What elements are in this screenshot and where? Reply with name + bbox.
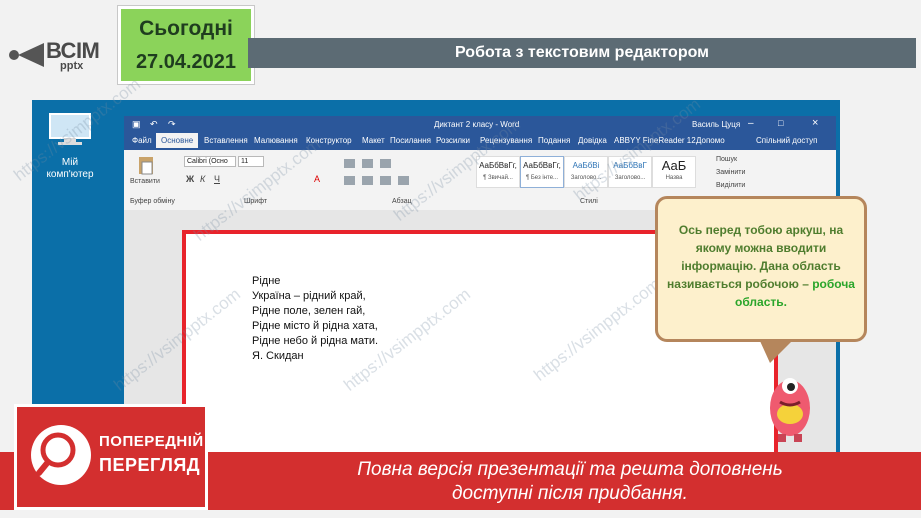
group-clipboard: Буфер обміну bbox=[130, 198, 175, 205]
doc-line: Рідне поле, зелен гай, bbox=[252, 305, 366, 317]
style-name: Заголово... bbox=[614, 175, 646, 181]
numbering-icon[interactable] bbox=[362, 159, 373, 168]
doc-line: Рідне небо й рідна мати. bbox=[252, 335, 379, 347]
date-box: Сьогодні 27.04.2021 bbox=[118, 6, 254, 84]
style-name: Заголово... bbox=[570, 175, 602, 181]
style-heading-2[interactable]: АаБбВвГ Заголово... bbox=[608, 156, 652, 188]
find-button[interactable]: Пошук bbox=[716, 156, 737, 163]
logo-sub: pptx bbox=[60, 60, 84, 72]
save-icon[interactable]: ▣ bbox=[132, 119, 141, 130]
purchase-notice: Повна версія презентації та решта доповн… bbox=[230, 458, 910, 506]
font-color-button[interactable]: A bbox=[314, 174, 320, 184]
slide-title: Робота з текстовим редактором bbox=[455, 44, 709, 61]
tab-file[interactable]: Файл bbox=[132, 136, 152, 145]
font-name-select[interactable]: Calibri (Осно bbox=[184, 156, 236, 167]
style-name: Назва bbox=[665, 175, 683, 181]
style-title[interactable]: АаБ Назва bbox=[652, 156, 696, 188]
bullets-icon[interactable] bbox=[344, 159, 355, 168]
tab-references[interactable]: Посилання bbox=[390, 136, 431, 145]
style-normal[interactable]: АаБбВвГг, ¶ Звичай... bbox=[476, 156, 520, 188]
tab-help[interactable]: Довідка bbox=[578, 136, 607, 145]
paste-icon bbox=[139, 157, 153, 175]
notice-line1: Повна версія презентації та решта доповн… bbox=[357, 459, 783, 480]
multilevel-list-icon[interactable] bbox=[380, 159, 391, 168]
tab-abbyy[interactable]: ABBYY FineReader 12 bbox=[614, 136, 696, 145]
font-size-select[interactable]: 11 bbox=[238, 156, 264, 167]
callout-bubble: Ось перед тобою аркуш, на якому можна вв… bbox=[655, 196, 867, 342]
tab-layout[interactable]: Макет bbox=[362, 136, 385, 145]
justify-icon[interactable] bbox=[398, 176, 409, 185]
doc-line: Україна – рідний край, bbox=[252, 290, 366, 302]
magnifier-icon bbox=[31, 425, 91, 485]
paste-button[interactable]: Вставити bbox=[130, 178, 160, 185]
tab-review[interactable]: Рецензування bbox=[480, 136, 532, 145]
tell-me-label[interactable]: Допомо bbox=[696, 136, 725, 145]
style-preview: АаБбВвГ bbox=[613, 161, 647, 170]
tab-view[interactable]: Подання bbox=[538, 136, 570, 145]
doc-line: Рідне bbox=[252, 275, 281, 287]
align-center-icon[interactable] bbox=[362, 176, 373, 185]
my-computer-label: Мій комп'ютер bbox=[46, 157, 94, 180]
notice-line2: доступні після придбання. bbox=[452, 483, 688, 504]
italic-button[interactable]: К bbox=[200, 174, 205, 184]
tab-design[interactable]: Конструктор bbox=[306, 136, 352, 145]
redo-icon[interactable]: ↷ bbox=[168, 119, 176, 130]
slide-title-bar: Робота з текстовим редактором bbox=[248, 38, 916, 68]
tab-home[interactable]: Основне bbox=[156, 133, 199, 148]
style-no-spacing[interactable]: АаБбВвГг, ¶ Без інте... bbox=[520, 156, 564, 188]
style-preview: АаБбВі bbox=[572, 161, 600, 170]
bold-button[interactable]: Ж bbox=[186, 174, 194, 184]
logo-icon bbox=[9, 43, 44, 67]
group-styles: Стилі bbox=[580, 198, 598, 205]
vsim-logo: ВСІМ pptx bbox=[8, 34, 118, 74]
select-button[interactable]: Виділити bbox=[716, 182, 745, 189]
minimize-icon[interactable]: – bbox=[748, 118, 754, 129]
style-preview: АаБ bbox=[661, 158, 687, 173]
maximize-icon[interactable]: □ bbox=[778, 118, 783, 128]
style-preview: АаБбВвГг, bbox=[479, 161, 517, 170]
today-label: Сьогодні bbox=[139, 17, 233, 40]
my-computer-shortcut[interactable]: Мій комп'ютер bbox=[46, 112, 94, 181]
callout-text: Ось перед тобою аркуш, на якому можна вв… bbox=[666, 221, 856, 311]
doc-line: Я. Скидан bbox=[252, 350, 304, 362]
tab-draw[interactable]: Малювання bbox=[254, 136, 298, 145]
style-heading-1[interactable]: АаБбВі Заголово... bbox=[564, 156, 608, 188]
align-right-icon[interactable] bbox=[380, 176, 391, 185]
style-name: ¶ Звичай... bbox=[483, 175, 513, 181]
tab-insert[interactable]: Вставлення bbox=[204, 136, 248, 145]
group-paragraph: Абзац bbox=[392, 198, 412, 205]
share-button[interactable]: Спільний доступ bbox=[756, 136, 818, 145]
word-titlebar: ▣ ↶ ↷ Диктант 2 класу - Word Василь Цуця… bbox=[124, 116, 836, 132]
preview-badge: ПОПЕРЕДНІЙ ПЕРЕГЛЯД bbox=[14, 404, 208, 510]
callout-tail bbox=[760, 341, 792, 363]
align-left-icon[interactable] bbox=[344, 176, 355, 185]
date-value: 27.04.2021 bbox=[135, 51, 237, 73]
style-preview: АаБбВвГг, bbox=[523, 161, 561, 170]
underline-button[interactable]: Ч bbox=[214, 174, 220, 184]
document-title: Диктант 2 класу - Word bbox=[434, 120, 520, 129]
ribbon-tabs: Файл Основне Вставлення Малювання Констр… bbox=[124, 132, 836, 150]
user-name[interactable]: Василь Цуця bbox=[692, 120, 740, 129]
undo-icon[interactable]: ↶ bbox=[150, 119, 158, 130]
doc-line: Рідне місто й рідна хата, bbox=[252, 320, 378, 332]
close-icon[interactable]: × bbox=[812, 117, 818, 129]
monster-mascot-icon bbox=[770, 378, 810, 442]
preview-line1: ПОПЕРЕДНІЙ bbox=[99, 433, 204, 450]
group-font: Шрифт bbox=[244, 198, 268, 205]
tab-mailings[interactable]: Розсилки bbox=[436, 136, 470, 145]
document-text[interactable]: Рідне Україна – рідний край, Рідне поле,… bbox=[252, 274, 378, 364]
style-name: ¶ Без інте... bbox=[525, 175, 559, 181]
preview-line2: ПЕРЕГЛЯД bbox=[99, 455, 201, 475]
computer-icon bbox=[49, 113, 91, 145]
replace-button[interactable]: Замінити bbox=[716, 169, 745, 176]
